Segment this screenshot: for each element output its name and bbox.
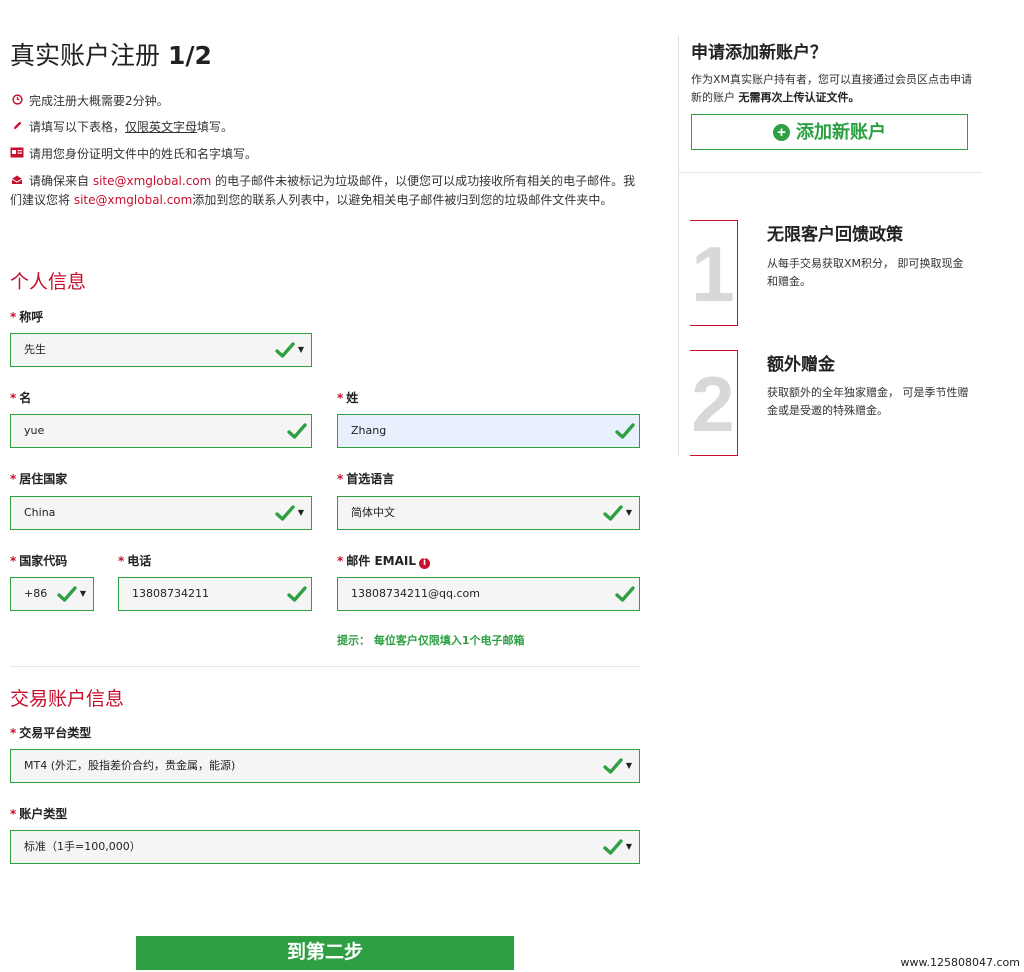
note-fill: 请填写以下表格，仅限英文字母填写。 xyxy=(10,118,640,137)
salutation-label: * 称呼 xyxy=(10,310,44,324)
note-time: 完成注册大概需要2分钟。 xyxy=(10,92,640,111)
country-code-label: * 国家代码 xyxy=(10,554,68,568)
envelope-icon xyxy=(10,172,24,191)
plus-circle-icon: + xyxy=(773,124,790,141)
country-code-select[interactable]: +86 ▼ xyxy=(10,577,94,611)
caret-down-icon: ▼ xyxy=(79,589,86,598)
country-select[interactable]: China ▼ xyxy=(10,496,312,530)
first-name-value: yue xyxy=(24,424,45,437)
checkmark-icon xyxy=(603,503,623,523)
note-id: 请用您身份证明文件中的姓氏和名字填写。 xyxy=(10,145,640,164)
account-type-value: 标准（1手=100,000） xyxy=(24,840,141,853)
salutation-select[interactable]: 先生 ▼ xyxy=(10,333,312,367)
pencil-icon xyxy=(10,118,24,137)
last-name-input[interactable]: Zhang xyxy=(337,414,640,448)
language-label: * 首选语言 xyxy=(337,472,395,486)
sidebar-hline xyxy=(679,172,982,173)
caret-down-icon: ▼ xyxy=(625,508,632,517)
section-title-trading: 交易账户信息 xyxy=(10,688,125,710)
feature-desc: 从每手交易获取XM积分， 即可换取现金和赠金。 xyxy=(767,257,964,288)
checkmark-icon xyxy=(615,584,635,604)
last-name-value: Zhang xyxy=(351,424,387,437)
country-value: China xyxy=(24,506,56,519)
page-title-step: 1/2 xyxy=(167,41,212,70)
account-type-select[interactable]: 标准（1手=100,000） ▼ xyxy=(10,830,640,864)
caret-down-icon: ▼ xyxy=(297,345,304,354)
checkmark-icon xyxy=(275,503,295,523)
feature-desc: 获取额外的全年独家赠金， 可是季节性赠金或是受邀的特殊赠金。 xyxy=(767,386,969,417)
phone-label: * 电话 xyxy=(118,554,152,568)
checkmark-icon xyxy=(603,837,623,857)
email-link-1[interactable]: site@xmglobal.com xyxy=(93,174,212,188)
section-title-personal: 个人信息 xyxy=(10,271,87,293)
note-id-text: 请用您身份证明文件中的姓氏和名字填写。 xyxy=(29,147,258,161)
note-email-p3: 添加到您的联系人列表中，以避免相关电子邮件被归到您的垃圾邮件文件夹中。 xyxy=(192,193,613,207)
platform-select[interactable]: MT4 (外汇，股指差价合约，贵金属，能源) ▼ xyxy=(10,749,640,783)
page-title-text: 真实账户注册 xyxy=(10,41,168,70)
country-code-value: +86 xyxy=(24,587,48,600)
feature-number-box: 1 xyxy=(690,220,738,326)
language-select[interactable]: 简体中文 ▼ xyxy=(337,496,640,530)
email-link-2[interactable]: site@xmglobal.com xyxy=(74,193,193,207)
email-hint: 提示： 每位客户仅限填入1个电子邮箱 xyxy=(337,634,525,647)
note-fill-underline: 仅限英文字母 xyxy=(125,120,198,134)
note-time-text: 完成注册大概需要2分钟。 xyxy=(29,94,169,108)
note-fill-prefix: 请填写以下表格， xyxy=(29,120,126,134)
platform-value: MT4 (外汇，股指差价合约，贵金属，能源) xyxy=(24,759,236,772)
checkmark-icon xyxy=(603,756,623,776)
section-divider xyxy=(10,666,640,667)
platform-label: * 交易平台类型 xyxy=(10,726,92,740)
last-name-label: * 姓 xyxy=(337,391,359,405)
language-value: 简体中文 xyxy=(351,506,395,519)
email-input[interactable]: 13808734211@qq.com xyxy=(337,577,640,611)
first-name-label: * 名 xyxy=(10,391,32,405)
clock-icon xyxy=(10,92,24,111)
email-value: 13808734211@qq.com xyxy=(351,587,480,600)
first-name-input[interactable]: yue xyxy=(10,414,312,448)
feature-title: 额外赠金 xyxy=(767,355,835,375)
note-fill-suffix: 填写。 xyxy=(197,120,234,134)
sidebar-divider xyxy=(678,36,679,456)
salutation-value: 先生 xyxy=(24,343,46,356)
checkmark-icon xyxy=(57,584,77,604)
phone-value: 13808734211 xyxy=(132,587,209,600)
note-email-p1: 请确保来自 xyxy=(29,174,93,188)
page-title: 真实账户注册 1/2 xyxy=(10,36,212,72)
sidebar-desc-bold: 无需再次上传认证文件。 xyxy=(738,91,860,104)
email-label: * 邮件 EMAIL i xyxy=(337,552,430,569)
caret-down-icon: ▼ xyxy=(625,761,632,770)
next-step-button[interactable]: 到第二步 xyxy=(136,936,514,970)
sidebar-desc: 作为XM真实账户持有者，您可以直接通过会员区点击申请新的账户 无需再次上传认证文… xyxy=(691,73,973,104)
watermark-url: www.125808047.com xyxy=(900,956,1020,969)
sidebar-title: 申请添加新账户？ xyxy=(691,43,827,63)
phone-input[interactable]: 13808734211 xyxy=(118,577,312,611)
checkmark-icon xyxy=(287,584,307,604)
info-icon[interactable]: i xyxy=(419,558,430,569)
id-card-icon xyxy=(10,145,24,164)
account-type-label: * 账户类型 xyxy=(10,807,68,821)
country-label: * 居住国家 xyxy=(10,472,68,486)
caret-down-icon: ▼ xyxy=(625,842,632,851)
note-email: 请确保来自 site@xmglobal.com 的电子邮件未被标记为垃圾邮件，以… xyxy=(10,172,640,210)
checkmark-icon xyxy=(615,421,635,441)
checkmark-icon xyxy=(287,421,307,441)
feature-title: 无限客户回馈政策 xyxy=(767,225,903,245)
add-account-button[interactable]: + 添加新账户 xyxy=(691,114,968,150)
caret-down-icon: ▼ xyxy=(297,508,304,517)
checkmark-icon xyxy=(275,340,295,360)
feature-number-box: 2 xyxy=(690,350,738,456)
